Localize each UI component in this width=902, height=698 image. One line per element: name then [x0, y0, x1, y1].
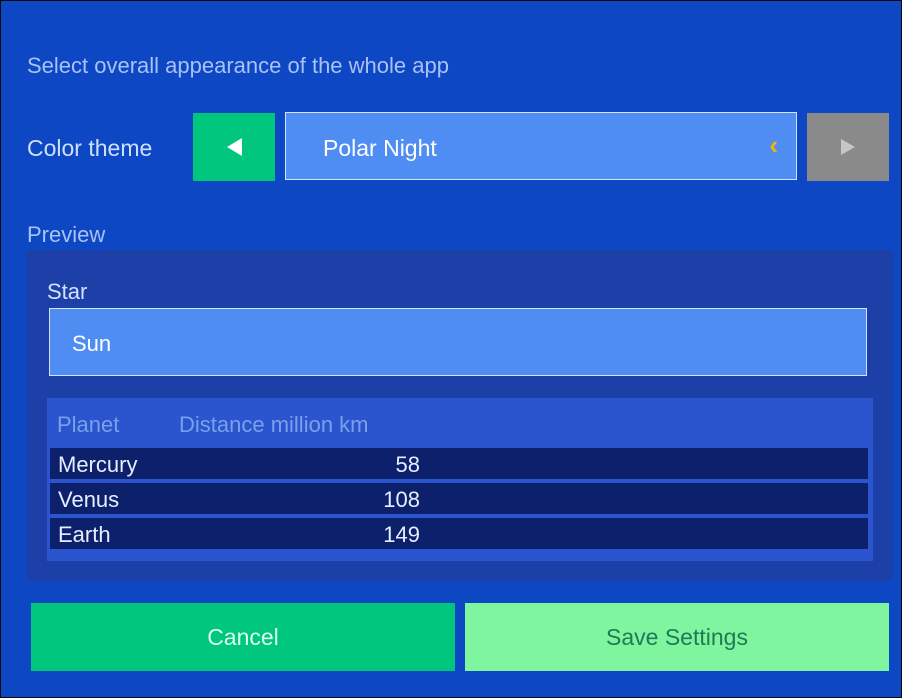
- planets-table: Planet Distance million km Mercury 58 Ve…: [47, 398, 873, 561]
- star-label: Star: [47, 279, 88, 304]
- color-theme-label: Color theme: [27, 135, 153, 161]
- table-row[interactable]: Earth 149: [49, 517, 869, 550]
- triangle-left-icon: [226, 138, 242, 156]
- planet-cell: Earth: [58, 522, 111, 547]
- appearance-settings-window: Select overall appearance of the whole a…: [0, 0, 902, 698]
- distance-cell: 108: [383, 487, 420, 512]
- star-input[interactable]: Sun: [49, 308, 867, 376]
- next-theme-button[interactable]: [807, 113, 889, 181]
- previous-theme-button[interactable]: [193, 113, 275, 181]
- distance-cell: 149: [383, 522, 420, 547]
- column-header-planet[interactable]: Planet: [57, 412, 119, 438]
- table-row[interactable]: Venus 108: [49, 482, 869, 515]
- cancel-button[interactable]: Cancel: [31, 603, 455, 671]
- theme-select[interactable]: Polar Night ‹: [285, 112, 797, 180]
- theme-select-value: Polar Night: [323, 135, 437, 161]
- preview-panel: Star Sun Planet Distance million km Merc…: [27, 250, 893, 581]
- planet-cell: Mercury: [58, 452, 138, 477]
- table-row[interactable]: Mercury 58: [49, 447, 869, 480]
- chevron-left-icon: ‹: [769, 130, 778, 160]
- distance-cell: 58: [395, 452, 420, 477]
- planet-cell: Venus: [58, 487, 120, 512]
- page-subtitle: Select overall appearance of the whole a…: [27, 53, 449, 78]
- triangle-right-icon: [841, 139, 855, 155]
- column-header-distance[interactable]: Distance million km: [179, 412, 369, 438]
- save-settings-button[interactable]: Save Settings: [465, 603, 889, 671]
- preview-label: Preview: [27, 222, 106, 247]
